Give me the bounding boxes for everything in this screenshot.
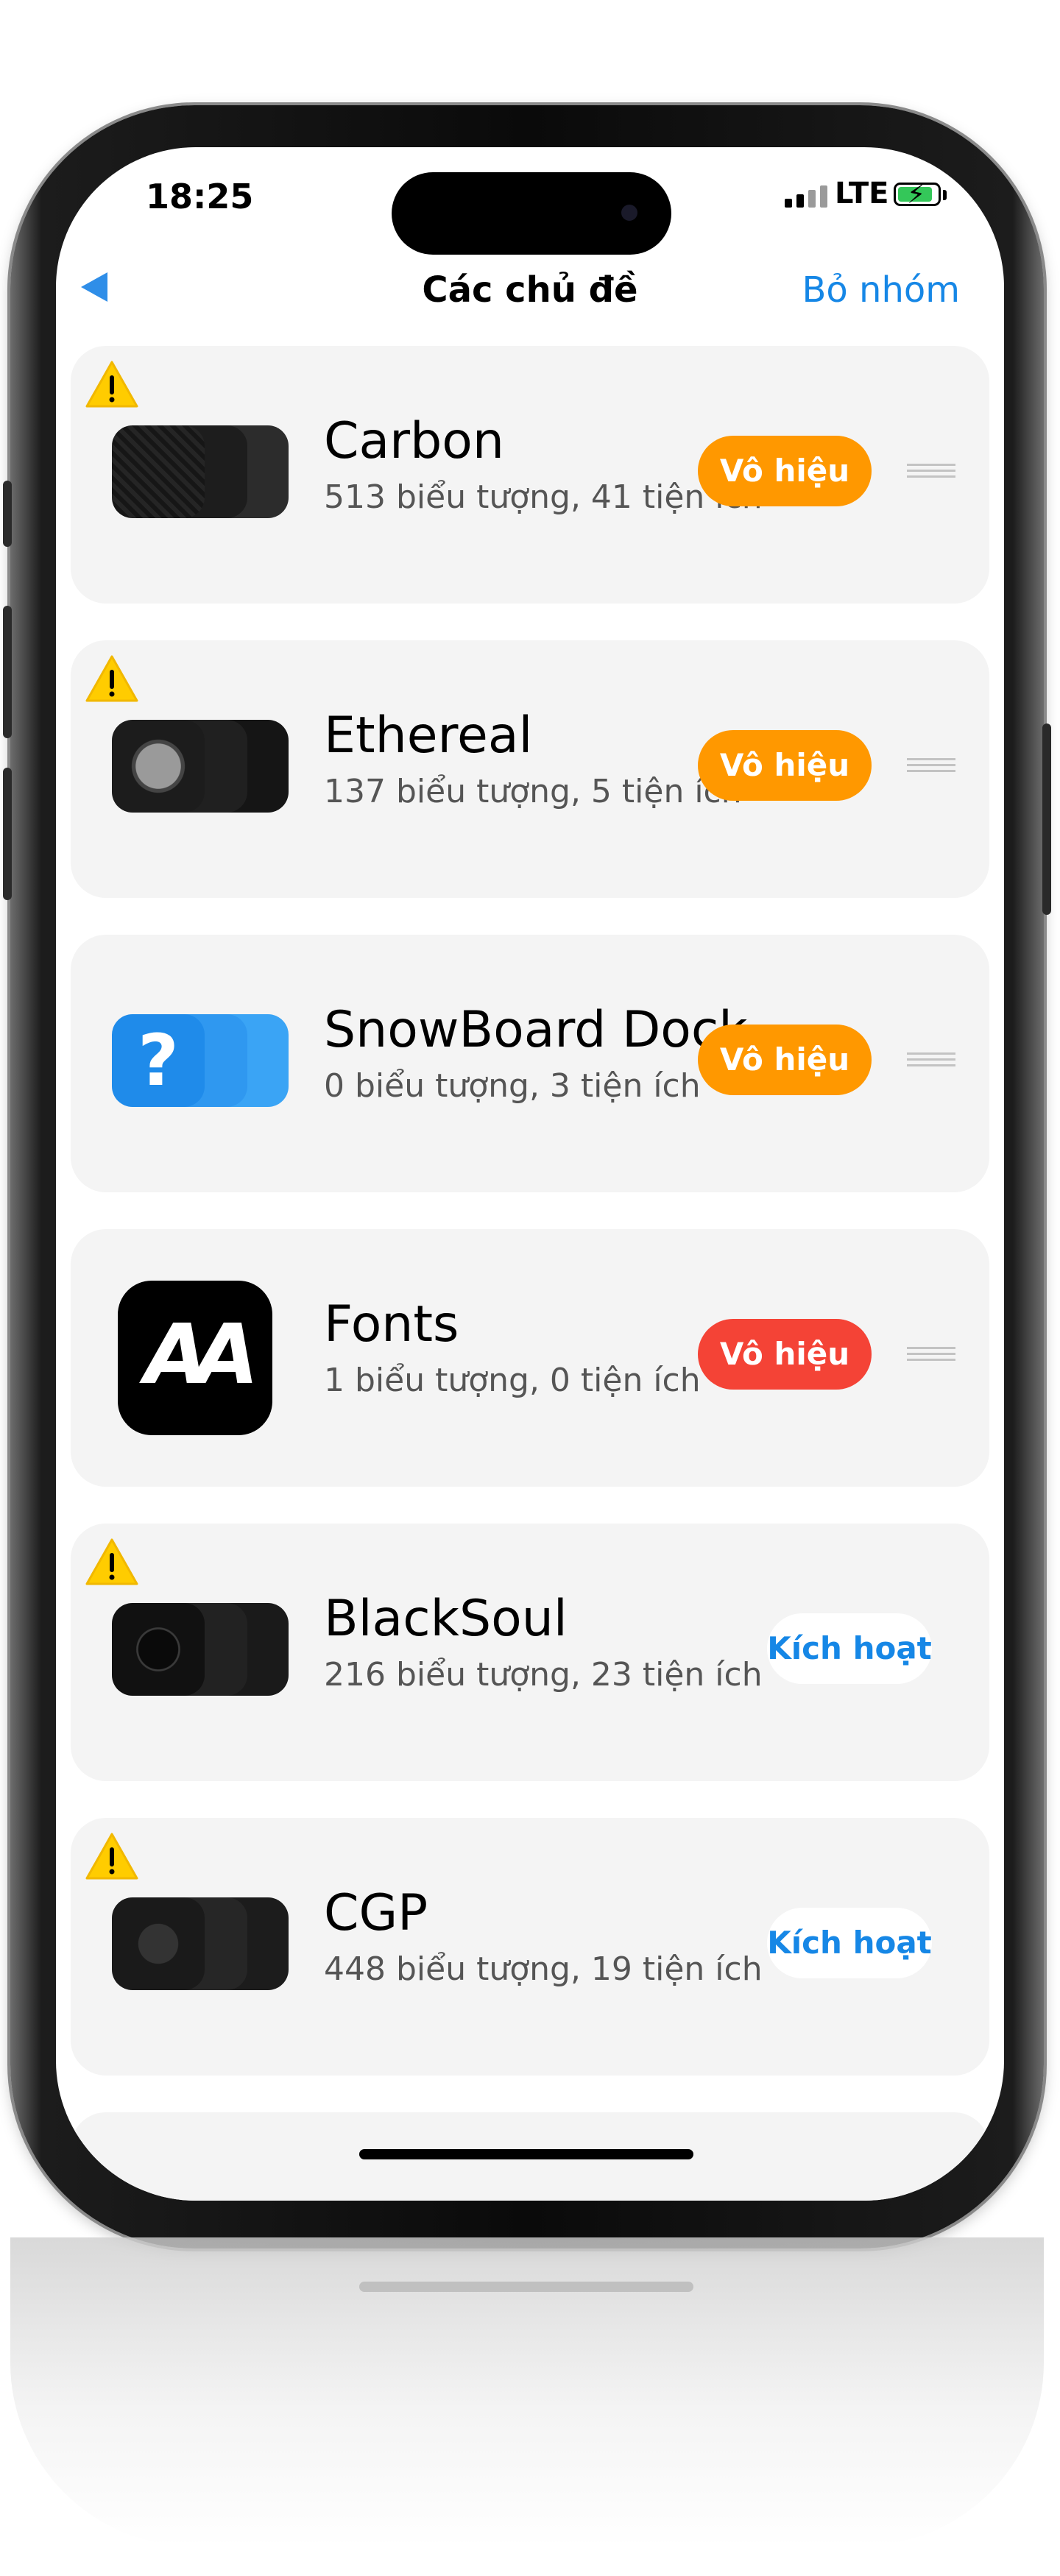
volume-up-button (3, 606, 12, 738)
screen: 18:25 LTE ⚡ Các chủ đề Bỏ nhóm Carbon 51… (56, 147, 1004, 2201)
theme-card-blacksoul[interactable]: BlackSoul 216 biểu tượng, 23 tiện ích Kí… (71, 1524, 989, 1781)
battery-tip (943, 190, 947, 200)
ungroup-button[interactable]: Bỏ nhóm (802, 269, 960, 311)
drag-handle-icon[interactable] (907, 464, 955, 480)
signal-icon (785, 185, 827, 208)
theme-stats: 137 biểu tượng, 5 tiện ích (324, 773, 742, 810)
theme-card-ethereal[interactable]: Ethereal 137 biểu tượng, 5 tiện ích Vô h… (71, 640, 989, 898)
home-indicator[interactable] (359, 2149, 693, 2159)
theme-icon-stack (112, 420, 289, 523)
theme-name: BlackSoul (324, 1590, 568, 1648)
theme-stats: 1 biểu tượng, 0 tiện ích (324, 1362, 701, 1399)
fonts-glyph: AA (144, 1307, 258, 1403)
network-label: LTE (835, 177, 889, 210)
theme-name: Carbon (324, 412, 504, 470)
navigation-bar: Các chủ đề Bỏ nhóm (56, 250, 1004, 339)
theme-stats: 216 biểu tượng, 23 tiện ích (324, 1656, 763, 1694)
fonts-app-icon: AA (118, 1281, 272, 1435)
camera-icon (621, 205, 637, 221)
disable-button[interactable]: Vô hiệu (698, 730, 872, 801)
volume-down-button (3, 768, 12, 900)
theme-card-fonts[interactable]: AA Fonts 1 biểu tượng, 0 tiện ích Vô hiệ… (71, 1229, 989, 1487)
theme-stats: 0 biểu tượng, 3 tiện ích (324, 1067, 701, 1105)
disable-button[interactable]: Vô hiệu (698, 1319, 872, 1390)
theme-name: Ethereal (324, 707, 533, 765)
theme-card-cgp[interactable]: CGP 448 biểu tượng, 19 tiện ích Kích hoạ… (71, 1818, 989, 2076)
disable-button[interactable]: Vô hiệu (698, 436, 872, 506)
warning-icon (85, 655, 138, 702)
power-button (1042, 723, 1051, 915)
activate-button[interactable]: Kích hoạt (767, 1908, 932, 1978)
warning-icon (85, 1538, 138, 1585)
action-button (3, 481, 12, 547)
disable-button[interactable]: Vô hiệu (698, 1025, 872, 1095)
status-time: 18:25 (146, 177, 254, 216)
theme-card-snowboard-dock[interactable]: ? SnowBoard Dock 0 biểu tượng, 3 tiện íc… (71, 935, 989, 1192)
theme-icon-stack: ? (112, 1008, 289, 1111)
drag-handle-icon[interactable] (907, 1052, 955, 1069)
status-bar: 18:25 LTE ⚡ (56, 147, 1004, 255)
theme-name: CGP (324, 1884, 428, 1942)
warning-icon (85, 361, 138, 408)
theme-stats: 448 biểu tượng, 19 tiện ích (324, 1950, 763, 1988)
warning-icon (85, 1833, 138, 1880)
theme-name: Fonts (324, 1295, 459, 1354)
theme-stats: 513 biểu tượng, 41 tiện ích (324, 478, 763, 516)
home-indicator-reflection (359, 2282, 693, 2292)
theme-icon-stack (112, 1597, 289, 1700)
drag-handle-icon[interactable] (907, 758, 955, 774)
theme-card-carbon[interactable]: Carbon 513 biểu tượng, 41 tiện ích Vô hi… (71, 346, 989, 604)
charging-icon: ⚡ (907, 180, 926, 210)
drag-handle-icon[interactable] (907, 1347, 955, 1363)
dynamic-island (392, 172, 671, 255)
theme-icon-stack (112, 714, 289, 817)
activate-button[interactable]: Kích hoạt (767, 1613, 932, 1684)
theme-name: SnowBoard Dock (324, 1001, 748, 1059)
theme-icon-stack (112, 1892, 289, 1995)
